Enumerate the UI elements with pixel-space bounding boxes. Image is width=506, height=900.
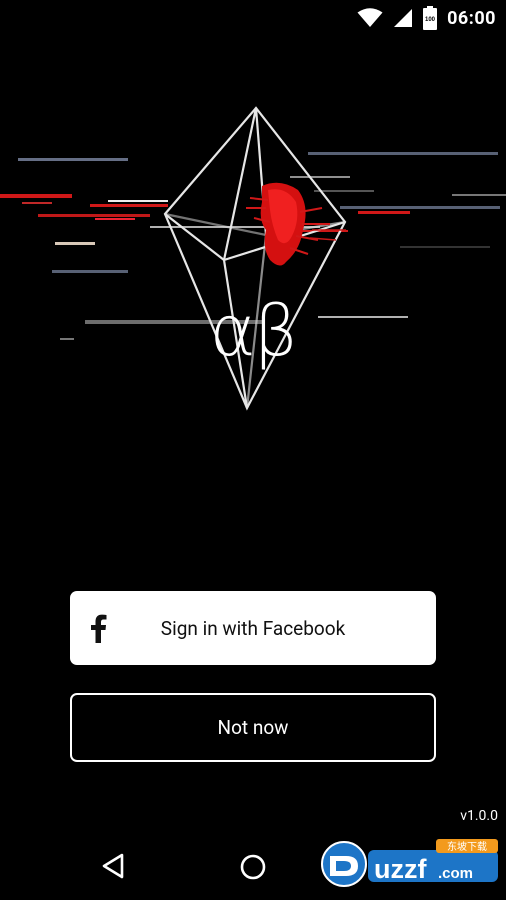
status-bar: 100 06:00: [0, 0, 506, 36]
cell-signal-icon: [394, 9, 413, 27]
battery-icon: 100: [423, 6, 438, 30]
watermark-suffix: .com: [438, 865, 473, 882]
battery-level: 100: [425, 17, 436, 23]
sign-in-facebook-button[interactable]: Sign in with Facebook: [70, 591, 436, 665]
app-version: v1.0.0: [460, 808, 498, 824]
facebook-button-label: Sign in with Facebook: [160, 616, 346, 640]
app-logo: αβ: [209, 290, 299, 372]
not-now-button[interactable]: Not now: [70, 693, 436, 762]
status-icons: 100 06:00: [357, 6, 496, 30]
status-time: 06:00: [447, 7, 496, 29]
facebook-icon: [91, 614, 107, 643]
wifi-icon: [357, 8, 383, 27]
watermark-brand: uzzf: [374, 854, 427, 884]
home-icon[interactable]: [239, 853, 267, 881]
watermark-chinese: 东坡下载: [447, 840, 487, 853]
site-watermark: uzzf .com 东坡下载: [321, 839, 498, 887]
back-icon[interactable]: [100, 852, 126, 880]
login-screen: 100 06:00 αβ Sign in with Facebook Not n…: [0, 0, 506, 900]
not-now-button-label: Not now: [217, 716, 289, 739]
